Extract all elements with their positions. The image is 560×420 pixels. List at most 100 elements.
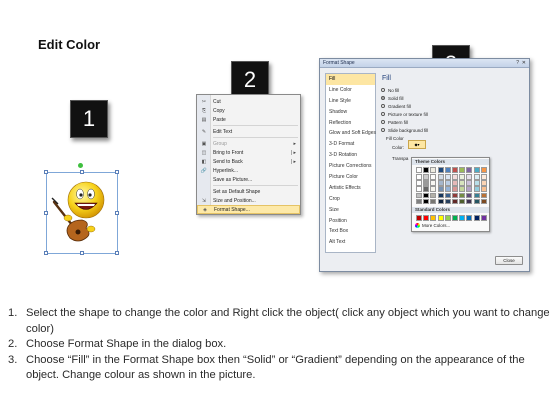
standard-color-swatch[interactable]: [466, 215, 473, 221]
category-crop[interactable]: Crop: [326, 194, 375, 205]
theme-color-swatch[interactable]: [437, 167, 444, 173]
theme-color-swatch[interactable]: [452, 180, 458, 186]
theme-color-swatch[interactable]: [452, 192, 458, 199]
theme-color-swatch[interactable]: [466, 198, 473, 205]
more-colors-item[interactable]: More Colors...: [415, 223, 450, 228]
category-size[interactable]: Size: [326, 205, 375, 216]
theme-color-swatch[interactable]: [437, 198, 444, 205]
theme-color-swatch[interactable]: [480, 192, 487, 199]
theme-color-swatch[interactable]: [416, 192, 422, 199]
theme-color-swatch[interactable]: [437, 174, 444, 180]
theme-color-swatch[interactable]: [444, 167, 451, 173]
standard-color-swatch[interactable]: [480, 215, 487, 221]
theme-color-swatch[interactable]: [452, 186, 458, 192]
theme-color-swatch[interactable]: [466, 174, 473, 180]
theme-color-swatch[interactable]: [430, 174, 437, 180]
category-picture-color[interactable]: Picture Color: [326, 172, 375, 183]
theme-color-swatch[interactable]: [480, 180, 487, 186]
category-shadow[interactable]: Shadow: [326, 107, 375, 118]
theme-color-swatch[interactable]: [444, 192, 451, 199]
gradient-fill-option[interactable]: Gradient fill: [381, 103, 411, 109]
slide-background-fill-option[interactable]: Slide background fill: [381, 127, 428, 133]
solid-fill-option[interactable]: Solid fill: [381, 95, 404, 101]
menu-item-save-as-picture[interactable]: Save as Picture...: [197, 175, 300, 184]
category-3d-format[interactable]: 3-D Format: [326, 139, 375, 150]
rotation-handle[interactable]: [78, 163, 83, 168]
theme-color-swatch[interactable]: [423, 192, 430, 199]
theme-color-swatch[interactable]: [430, 186, 437, 192]
menu-item-hyperlink[interactable]: 🔗 Hyperlink...: [197, 166, 300, 175]
theme-color-swatch[interactable]: [473, 174, 480, 180]
theme-color-swatch[interactable]: [459, 192, 466, 199]
menu-item-size-and-position[interactable]: ⇲ Size and Position...: [197, 196, 300, 205]
theme-color-swatch[interactable]: [480, 198, 487, 205]
theme-color-swatch[interactable]: [452, 174, 458, 180]
theme-color-swatch[interactable]: [437, 192, 444, 199]
category-reflection[interactable]: Reflection: [326, 118, 375, 129]
theme-color-swatch[interactable]: [416, 167, 422, 173]
category-line-color[interactable]: Line Color: [326, 85, 375, 96]
close-button[interactable]: Close: [495, 256, 523, 265]
menu-item-copy[interactable]: ⎘ Copy: [197, 106, 300, 115]
theme-color-swatch[interactable]: [459, 167, 466, 173]
picture-texture-fill-option[interactable]: Picture or texture fill: [381, 111, 428, 117]
theme-color-swatch[interactable]: [473, 180, 480, 186]
standard-color-swatch[interactable]: [430, 215, 437, 221]
close-icon[interactable]: ✕: [522, 60, 526, 66]
theme-color-swatch[interactable]: [473, 186, 480, 192]
theme-color-swatch[interactable]: [416, 198, 422, 205]
theme-color-swatch[interactable]: [444, 198, 451, 205]
standard-color-swatch[interactable]: [416, 215, 422, 221]
menu-item-format-shape[interactable]: ◈ Format Shape...: [197, 205, 300, 214]
theme-color-swatch[interactable]: [473, 167, 480, 173]
theme-color-swatch[interactable]: [480, 174, 487, 180]
theme-color-swatch[interactable]: [423, 180, 430, 186]
radio-button[interactable]: [381, 120, 385, 124]
menu-item-set-default-shape[interactable]: Set as Default Shape: [197, 187, 300, 196]
category-position[interactable]: Position: [326, 216, 375, 227]
standard-color-swatch[interactable]: [444, 215, 451, 221]
theme-color-swatch[interactable]: [430, 192, 437, 199]
menu-item-bring-to-front[interactable]: ◫ Bring to Front | ▸: [197, 148, 300, 157]
category-alt-text[interactable]: Alt Text: [326, 237, 375, 248]
standard-color-swatch[interactable]: [473, 215, 480, 221]
menu-item-group[interactable]: ▣ Group ▸: [197, 139, 300, 148]
help-icon[interactable]: ?: [516, 60, 519, 66]
standard-color-swatch[interactable]: [437, 215, 444, 221]
category-glow-soft-edges[interactable]: Glow and Soft Edges: [326, 128, 376, 139]
theme-color-swatch[interactable]: [459, 174, 466, 180]
theme-color-swatch[interactable]: [480, 186, 487, 192]
theme-color-swatch[interactable]: [444, 174, 451, 180]
theme-color-swatch[interactable]: [437, 186, 444, 192]
radio-button[interactable]: [381, 112, 385, 116]
theme-color-swatch[interactable]: [416, 180, 422, 186]
theme-color-swatch[interactable]: [430, 180, 437, 186]
theme-color-swatch[interactable]: [459, 198, 466, 205]
pattern-fill-option[interactable]: Pattern fill: [381, 119, 408, 125]
theme-color-swatch[interactable]: [423, 167, 430, 173]
radio-button[interactable]: [381, 88, 385, 92]
category-3d-rotation[interactable]: 3-D Rotation: [326, 150, 375, 161]
theme-color-swatch[interactable]: [466, 180, 473, 186]
category-artistic-effects[interactable]: Artistic Effects: [326, 183, 375, 194]
menu-item-cut[interactable]: ✂ Cut: [197, 97, 300, 106]
radio-button[interactable]: [381, 104, 385, 108]
theme-color-swatch[interactable]: [480, 167, 487, 173]
theme-color-swatch[interactable]: [416, 174, 422, 180]
theme-color-swatch[interactable]: [437, 180, 444, 186]
radio-button-checked[interactable]: [381, 96, 385, 100]
theme-color-swatch[interactable]: [444, 186, 451, 192]
color-dropdown-button[interactable]: ◆ ▾: [408, 140, 426, 149]
theme-color-swatch[interactable]: [459, 186, 466, 192]
theme-color-swatch[interactable]: [466, 192, 473, 199]
theme-color-swatch[interactable]: [466, 186, 473, 192]
theme-color-swatch[interactable]: [473, 198, 480, 205]
theme-color-swatch[interactable]: [466, 167, 473, 173]
menu-item-edit-text[interactable]: ✎ Edit Text: [197, 127, 300, 136]
theme-color-swatch[interactable]: [423, 198, 430, 205]
standard-color-swatch[interactable]: [459, 215, 466, 221]
smiley-guitar-shape[interactable]: [44, 163, 119, 255]
theme-color-swatch[interactable]: [423, 186, 430, 192]
theme-color-swatch[interactable]: [452, 198, 458, 205]
theme-color-swatch[interactable]: [416, 186, 422, 192]
